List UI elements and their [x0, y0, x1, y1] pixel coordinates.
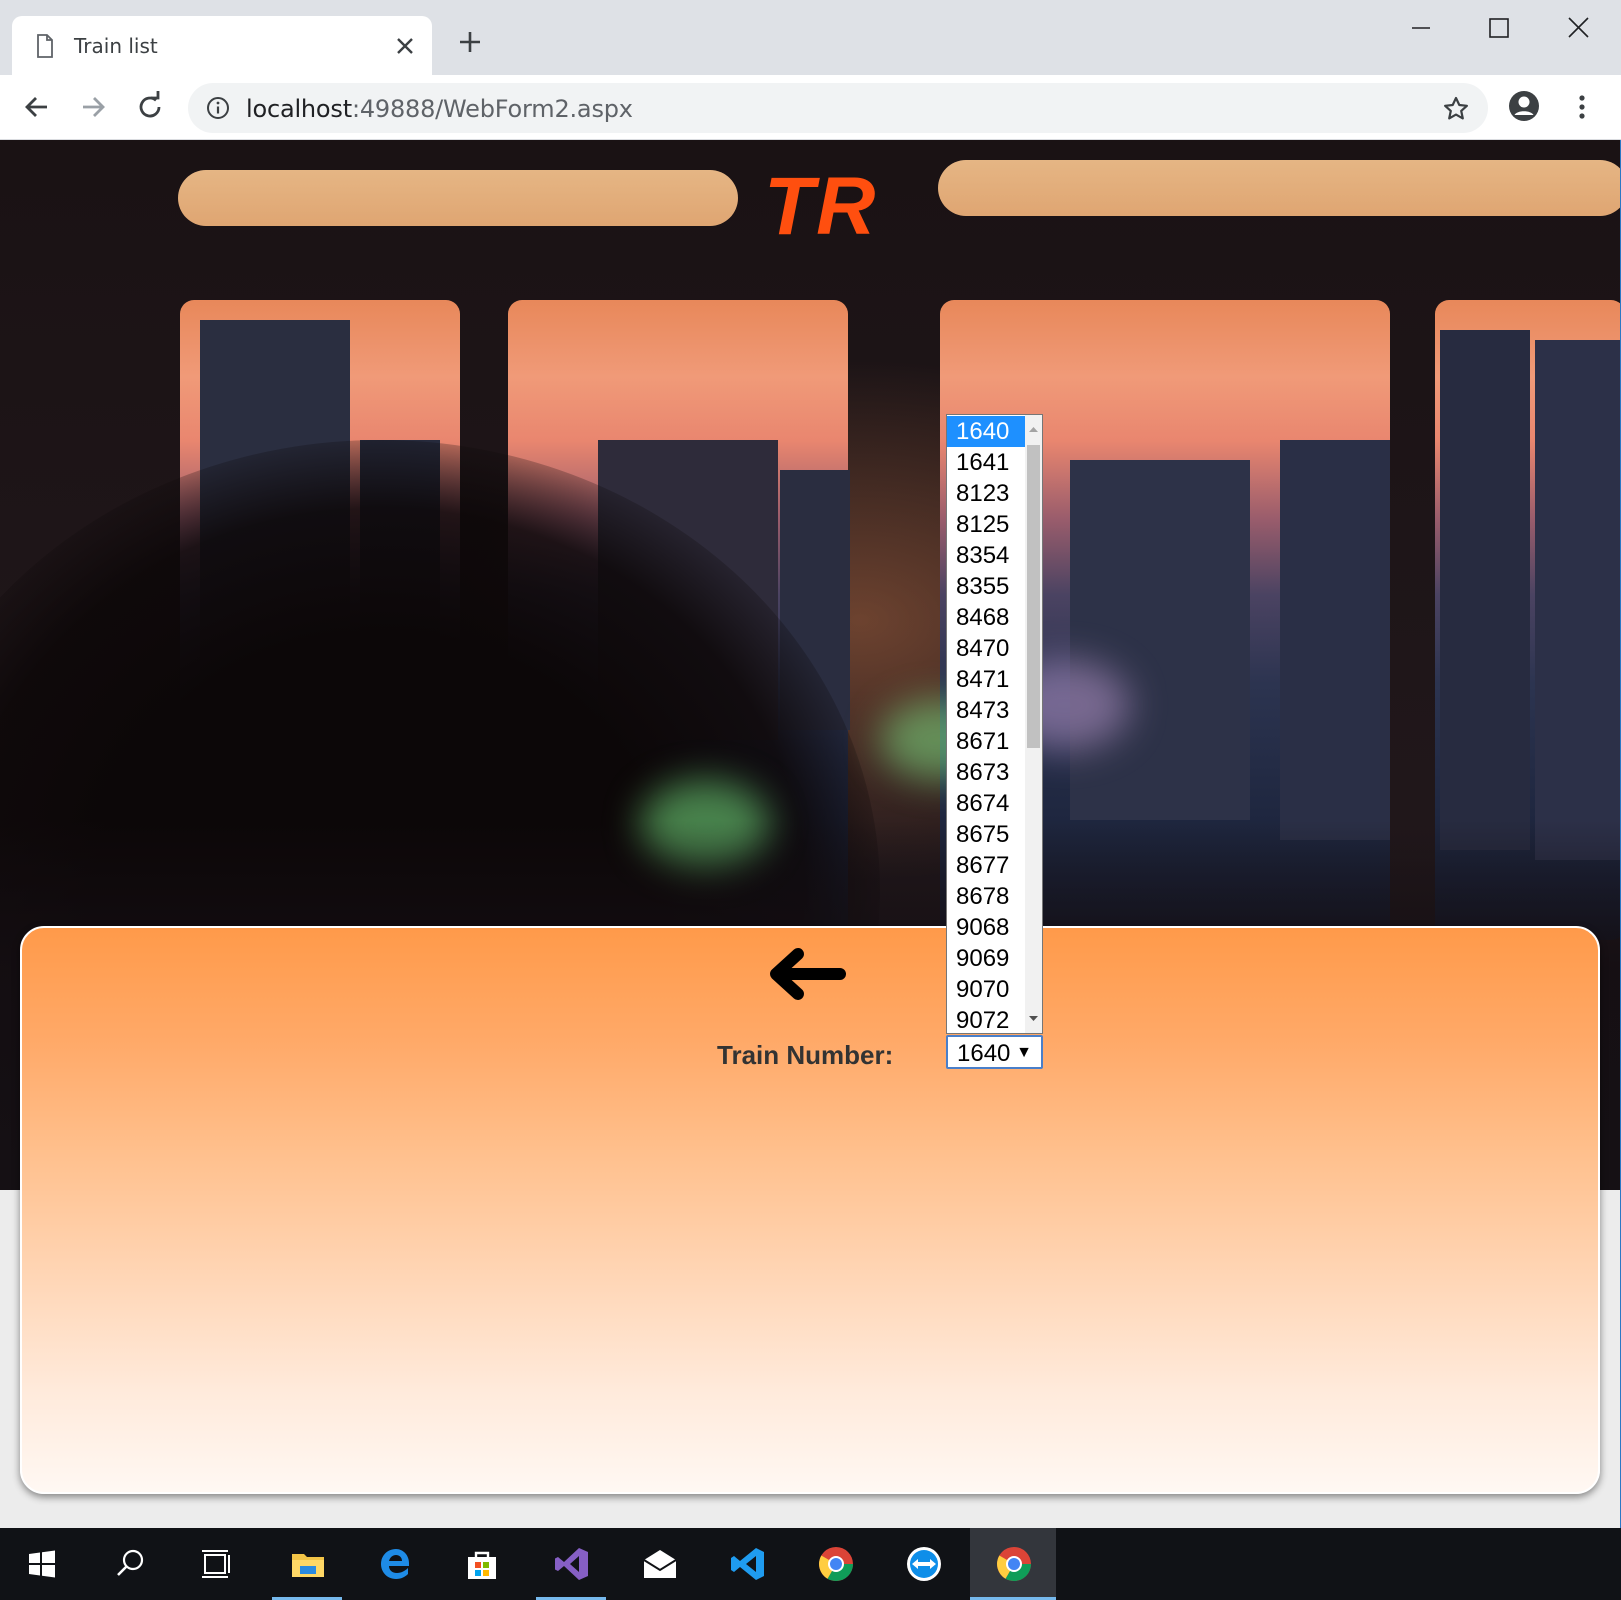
dropdown-option[interactable]: 1641 [947, 447, 1027, 478]
store-icon [468, 1551, 496, 1579]
dropdown-option[interactable]: 9070 [947, 974, 1027, 1005]
visual-studio-button[interactable] [536, 1528, 606, 1600]
back-arrow-icon[interactable] [766, 946, 848, 1002]
search-button[interactable] [94, 1528, 164, 1600]
dropdown-option[interactable]: 8354 [947, 540, 1027, 571]
bookmark-star-icon[interactable] [1442, 95, 1470, 123]
dropdown-option[interactable]: 8671 [947, 726, 1027, 757]
start-button[interactable] [6, 1528, 76, 1600]
edge-button[interactable] [360, 1528, 430, 1600]
forward-button[interactable] [75, 89, 111, 125]
dropdown-option[interactable]: 8123 [947, 478, 1027, 509]
dropdown-option[interactable]: 9068 [947, 912, 1027, 943]
teamviewer-icon [907, 1547, 941, 1581]
dropdown-option[interactable]: 8473 [947, 695, 1027, 726]
train-number-label: Train Number: [717, 1040, 894, 1070]
address-bar[interactable]: localhost:49888/WebForm2.aspx [188, 83, 1488, 133]
menu-kebab-icon[interactable] [1570, 90, 1594, 124]
vscode-icon [731, 1548, 764, 1580]
maximize-button[interactable] [1468, 8, 1528, 48]
content-panel: Train Number: [20, 926, 1600, 1494]
mail-icon [643, 1550, 677, 1578]
chrome-active-button[interactable] [970, 1528, 1056, 1600]
dropdown-option[interactable]: 8675 [947, 819, 1027, 850]
dropdown-option[interactable]: 1640 [947, 416, 1027, 447]
url-host: localhost [246, 95, 352, 123]
task-view-button[interactable] [180, 1528, 250, 1600]
dropdown-option[interactable]: 8125 [947, 509, 1027, 540]
close-window-button[interactable] [1548, 8, 1608, 48]
chrome-icon [819, 1547, 853, 1581]
edge-icon [381, 1549, 409, 1579]
dropdown-option[interactable]: 8678 [947, 881, 1027, 912]
task-view-icon [202, 1550, 230, 1578]
train-number-dropdown[interactable]: 1640 1641 8123 8125 8354 8355 8468 8470 8471 8473… [946, 414, 1043, 1034]
dropdown-option[interactable]: 8673 [947, 757, 1027, 788]
page-icon [37, 34, 53, 58]
dropdown-option[interactable]: 8470 [947, 633, 1027, 664]
store-button[interactable] [446, 1528, 516, 1600]
new-tab-button[interactable] [455, 27, 485, 57]
url-text[interactable]: localhost:49888/WebForm2.aspx [246, 95, 633, 123]
train-number-select[interactable]: 1640 ▼ [946, 1035, 1043, 1069]
file-explorer-icon [292, 1554, 324, 1577]
windows-taskbar [0, 1528, 1621, 1600]
scroll-up-icon[interactable] [1025, 415, 1042, 443]
dropdown-option[interactable]: 9069 [947, 943, 1027, 974]
dropdown-option[interactable]: 8468 [947, 602, 1027, 633]
tab-title: Train list [74, 34, 158, 58]
dropdown-option[interactable]: 8471 [947, 664, 1027, 695]
vscode-button[interactable] [712, 1528, 782, 1600]
dropdown-option[interactable]: 8674 [947, 788, 1027, 819]
dropdown-scrollbar[interactable] [1025, 415, 1042, 1033]
chrome-active-icon [997, 1547, 1031, 1581]
page-viewport: TR Train Number: [0, 140, 1620, 1528]
mail-button[interactable] [624, 1528, 694, 1600]
site-logo: TR [764, 161, 878, 252]
tab-train-list[interactable]: Train list [12, 16, 432, 75]
url-path: :49888/WebForm2.aspx [351, 95, 633, 123]
visual-studio-icon [555, 1548, 588, 1580]
close-tab-icon[interactable] [392, 33, 418, 59]
info-icon[interactable] [206, 96, 230, 120]
reload-button[interactable] [132, 89, 168, 125]
file-explorer-button[interactable] [272, 1528, 342, 1600]
minimize-button[interactable] [1390, 8, 1450, 48]
teamviewer-button[interactable] [888, 1528, 958, 1600]
dropdown-caret-icon: ▼ [1016, 1044, 1032, 1061]
search-icon [117, 1549, 144, 1576]
dropdown-option[interactable]: 8355 [947, 571, 1027, 602]
scroll-down-icon[interactable] [1025, 1005, 1042, 1033]
browser-toolbar: localhost:49888/WebForm2.aspx [0, 75, 1621, 140]
tab-strip: Train list [0, 0, 1621, 75]
dropdown-option[interactable]: 8677 [947, 850, 1027, 881]
scroll-thumb[interactable] [1027, 445, 1040, 748]
windows-start-icon [29, 1550, 55, 1578]
back-button[interactable] [19, 89, 55, 125]
selected-train-value: 1640 [957, 1040, 1011, 1067]
profile-icon[interactable] [1507, 89, 1541, 123]
dropdown-option[interactable]: 9072 [947, 1005, 1027, 1033]
chrome-button[interactable] [800, 1528, 870, 1600]
